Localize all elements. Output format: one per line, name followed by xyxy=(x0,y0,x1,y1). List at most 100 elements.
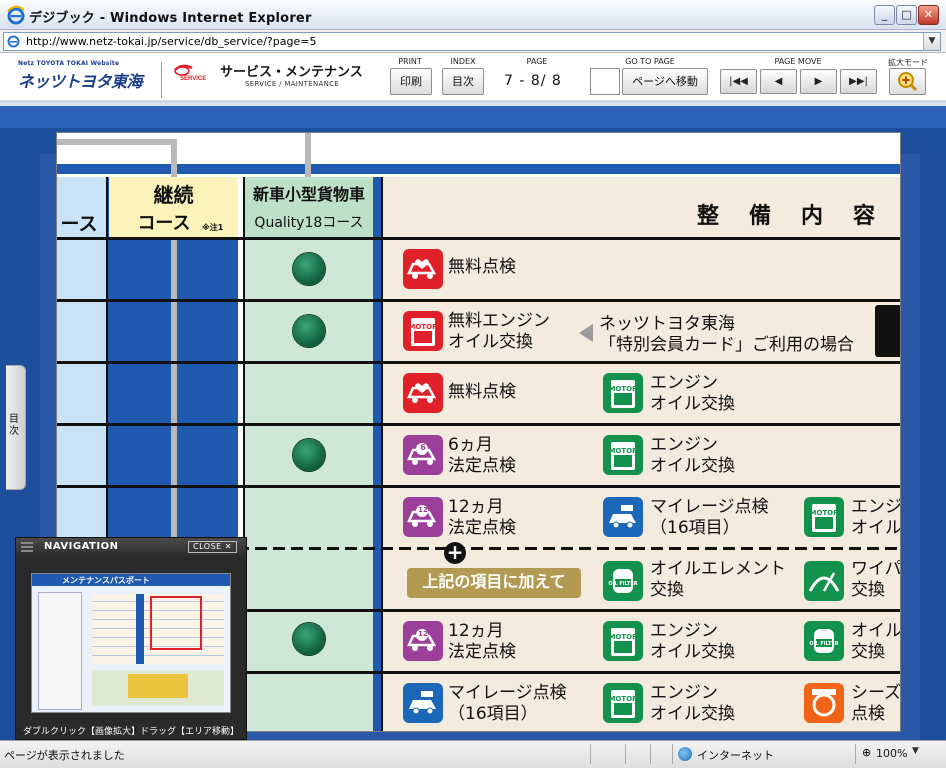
keizoku-header-line1: 継続 xyxy=(153,183,194,207)
row5-text3-a: エンジ xyxy=(851,497,901,517)
newcar-header-line2: Quality18コース xyxy=(254,215,364,231)
page-move-label: PAGE MOVE xyxy=(774,57,822,66)
print-button[interactable]: 印刷 xyxy=(390,68,432,95)
mileage-inspection-icon xyxy=(603,497,643,537)
mileage-inspection-icon xyxy=(403,683,443,723)
maximize-button[interactable]: □ xyxy=(896,5,917,25)
zoom-magnifier-icon[interactable]: ⊕ xyxy=(862,746,871,759)
service-subtitle: SERVICE / MAINTENANCE xyxy=(245,80,340,88)
oil-filter-icon: OIL FILTER xyxy=(804,621,844,661)
next-page-button[interactable]: ▶ xyxy=(800,69,837,94)
check-dot xyxy=(293,315,325,347)
row7-text2-a: エンジン xyxy=(650,621,718,641)
row2-text-b: オイル交換 xyxy=(448,332,533,352)
browser-window: デジブック - Windows Internet Explorer _ □ ✕ … xyxy=(0,0,946,768)
row-border xyxy=(57,299,900,302)
row1-text: 無料点検 xyxy=(448,257,516,277)
row4-text2-b: オイル交換 xyxy=(650,456,735,476)
row8-text2-a: エンジン xyxy=(650,683,718,703)
member-card-image xyxy=(875,305,900,357)
status-separator xyxy=(625,744,626,764)
row6-text3-b: 交換 xyxy=(851,580,885,600)
oil-filter-label: OIL FILTER xyxy=(608,581,638,587)
row5-text2-a: マイレージ点検 xyxy=(650,497,769,517)
url-dropdown-icon[interactable]: ▼ xyxy=(923,33,940,50)
motor-oil-label: MOTOR OIL xyxy=(809,509,839,525)
print-label: PRINT xyxy=(398,57,422,66)
motor-oil-label: MOTOR OIL xyxy=(608,385,638,401)
motor-oil-icon: MOTOR OIL xyxy=(603,435,643,475)
free-inspection-icon xyxy=(403,249,443,289)
thumb-title: メンテナンスパスポート xyxy=(62,576,150,585)
last-page-button[interactable]: ▶▶| xyxy=(840,69,877,94)
row7-text2-b: オイル交換 xyxy=(650,642,735,662)
seasonal-inspection-icon xyxy=(804,683,844,723)
navigation-footer-hint: ダブルクリック【画像拡大】ドラッグ【エリア移動】 xyxy=(22,727,239,737)
goto-label: GO TO PAGE xyxy=(625,57,675,66)
column-divider-blue xyxy=(373,177,381,731)
page-label: PAGE xyxy=(526,57,548,66)
check-dot xyxy=(293,623,325,655)
row-border xyxy=(57,237,900,240)
row8-text-b: （16項目） xyxy=(448,704,538,724)
header-divider xyxy=(161,62,162,98)
netz-logo[interactable]: Netz TOYOTA TOKAI Website ネッツトヨタ東海 xyxy=(18,60,143,92)
prev-course-header-text: ース xyxy=(60,213,98,235)
navigation-thumbnail[interactable]: メンテナンスパスポート xyxy=(31,573,231,713)
oil-filter-icon: OIL FILTER xyxy=(603,561,643,601)
six-label: 6 xyxy=(420,443,426,452)
drag-grip-icon[interactable] xyxy=(21,542,33,552)
navigation-close-button[interactable]: CLOSE ✕ xyxy=(188,541,237,553)
index-label: INDEX xyxy=(450,57,476,66)
status-separator xyxy=(590,744,591,764)
row-border xyxy=(57,423,900,426)
motor-oil-label: MOTOR OIL xyxy=(608,447,638,463)
logo-small-text: Netz TOYOTA TOKAI Website xyxy=(18,60,120,67)
close-window-button[interactable]: ✕ xyxy=(918,5,939,25)
plus-icon: + xyxy=(444,542,466,564)
prev-page-button[interactable]: ◀ xyxy=(760,69,797,94)
column-border xyxy=(381,177,383,731)
row7-text3-a: オイル xyxy=(851,621,901,641)
row-border xyxy=(57,361,900,364)
goto-page-button[interactable]: ページへ移動 xyxy=(622,68,708,95)
navigation-panel[interactable]: NAVIGATION CLOSE ✕ メンテナンスパスポート ダブルクリック【画… xyxy=(15,537,247,740)
zoom-level[interactable]: 100% xyxy=(876,747,907,760)
twelve-label: 12 xyxy=(418,630,428,638)
ie-logo-icon xyxy=(7,5,25,25)
row4-text2-a: エンジン xyxy=(650,435,718,455)
toc-tab[interactable]: 目次 xyxy=(6,365,26,490)
address-bar: http://www.netz-tokai.jp/service/db_serv… xyxy=(0,30,946,53)
free-inspection-icon xyxy=(403,373,443,413)
connector-line xyxy=(171,139,177,177)
status-bar: ページが表示されました インターネット ⊕ 100% ▼ xyxy=(0,740,946,768)
row8-text2-b: オイル交換 xyxy=(650,704,735,724)
index-button[interactable]: 目次 xyxy=(442,68,484,95)
goto-page-input[interactable] xyxy=(590,68,620,95)
oil-filter-label: OIL FILTER xyxy=(809,641,839,647)
window-title: デジブック - Windows Internet Explorer xyxy=(29,11,312,26)
navigation-header[interactable]: NAVIGATION CLOSE ✕ xyxy=(16,538,246,556)
title-bar: デジブック - Windows Internet Explorer _ □ ✕ xyxy=(0,0,946,30)
row5-text2-b: （16項目） xyxy=(650,518,740,538)
zoom-mode-button[interactable] xyxy=(889,68,926,95)
additional-items-pill: 上記の項目に加えて xyxy=(407,568,581,598)
service-logo-text: SERVICE xyxy=(180,76,206,82)
row3-text2-a: エンジン xyxy=(650,373,718,393)
motor-oil-icon: MOTOR OIL xyxy=(403,311,443,351)
minimize-button[interactable]: _ xyxy=(874,5,895,25)
first-page-button[interactable]: |◀◀ xyxy=(720,69,757,94)
thumb-view-rectangle[interactable] xyxy=(150,596,202,650)
row2-text-a: 無料エンジン xyxy=(448,311,550,331)
twelve-month-inspection-icon: 12 xyxy=(403,621,443,661)
row5-text3-b: オイル xyxy=(851,518,901,538)
zoom-dropdown-icon[interactable]: ▼ xyxy=(912,746,919,756)
row6-text2-a: オイルエレメント xyxy=(650,559,786,579)
motor-oil-icon: MOTOR OIL xyxy=(804,497,844,537)
row5-text-a: 12ヵ月 xyxy=(448,497,504,517)
url-field[interactable]: http://www.netz-tokai.jp/service/db_serv… xyxy=(3,32,941,51)
motor-oil-label: MOTOR OIL xyxy=(608,695,638,711)
row8-text3-b: 点検 xyxy=(851,704,885,724)
service-logo-icon: SERVICE xyxy=(174,64,206,82)
motor-oil-label: MOTOR OIL xyxy=(408,323,438,339)
